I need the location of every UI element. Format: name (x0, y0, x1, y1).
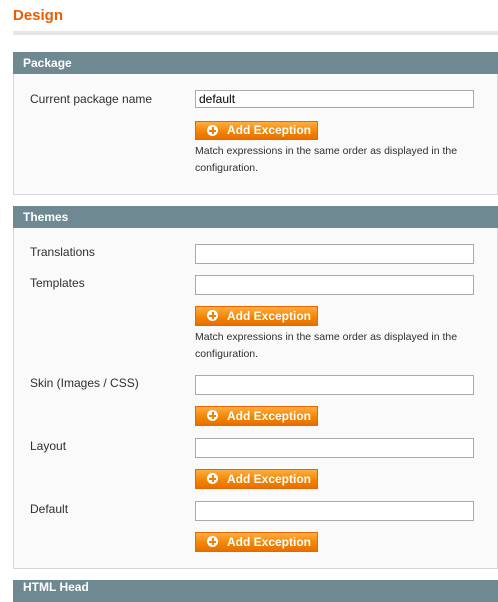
page-title: Design (13, 7, 64, 24)
skin-add-exception-button[interactable]: Add Exception (195, 406, 318, 426)
layout-input[interactable] (195, 438, 474, 458)
button-label: Add Exception (227, 472, 312, 486)
translations-input[interactable] (195, 244, 474, 264)
html-head-section: HTML Head (13, 580, 498, 602)
package-section-body: Current package name Add Exception Match… (13, 74, 498, 195)
add-circle-icon (207, 473, 218, 484)
button-label: Add Exception (227, 409, 312, 423)
package-note: Match expressions in the same order as d… (195, 145, 458, 174)
templates-add-exception-button[interactable]: Add Exception (195, 306, 318, 326)
layout-label: Layout (30, 439, 67, 453)
current-package-label: Current package name (30, 92, 153, 106)
themes-section-header[interactable]: Themes (13, 206, 498, 228)
button-label: Add Exception (227, 309, 312, 323)
button-label: Add Exception (227, 123, 312, 137)
add-circle-icon (207, 410, 218, 421)
themes-section: Themes Translations Templates Add Except… (13, 206, 498, 569)
title-divider (13, 31, 498, 35)
package-section: Package Current package name Add Excepti… (13, 52, 498, 195)
default-add-exception-button[interactable]: Add Exception (195, 532, 318, 552)
skin-input[interactable] (195, 375, 474, 395)
html-head-section-header[interactable]: HTML Head (13, 580, 498, 602)
add-circle-icon (207, 536, 218, 547)
templates-note: Match expressions in the same order as d… (195, 331, 458, 360)
add-circle-icon (207, 125, 218, 136)
templates-input[interactable] (195, 275, 474, 295)
button-label: Add Exception (227, 535, 312, 549)
current-package-input[interactable] (195, 90, 474, 108)
add-circle-icon (207, 310, 218, 321)
layout-add-exception-button[interactable]: Add Exception (195, 469, 318, 489)
themes-section-body: Translations Templates Add Exception Mat… (13, 228, 498, 569)
default-label: Default (30, 502, 69, 516)
templates-label: Templates (30, 276, 85, 290)
translations-label: Translations (30, 245, 95, 259)
package-add-exception-button[interactable]: Add Exception (195, 121, 318, 140)
skin-label: Skin (Images / CSS) (30, 376, 139, 390)
package-section-header[interactable]: Package (13, 52, 498, 74)
default-input[interactable] (195, 501, 474, 521)
